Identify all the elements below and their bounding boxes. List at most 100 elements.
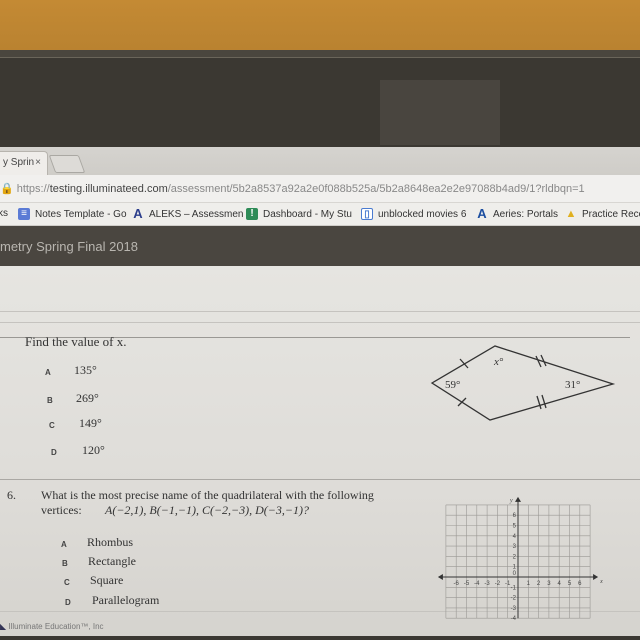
x-tick-label: -3: [484, 581, 490, 587]
background-wall: [0, 0, 640, 52]
angle-label-x: x°: [493, 356, 504, 368]
bookmark-label: Dashboard - My Stu: [263, 208, 352, 220]
question-6-option-d[interactable]: Parallelogram: [92, 593, 159, 608]
bookmark-notes-template[interactable]: ≡ Notes Template - Go: [18, 208, 127, 220]
x-axis-label: x: [599, 579, 603, 585]
x-tick-label: -6: [454, 581, 460, 587]
divider: [0, 322, 640, 323]
question-6-option-b[interactable]: Rectangle: [88, 554, 136, 569]
x-tick-label: -5: [464, 581, 470, 587]
bookmark-unblocked-movies[interactable]: ▯ unblocked movies 6: [361, 208, 466, 220]
footer-text: Illuminate Education™, Inc: [8, 622, 104, 631]
address-bar[interactable]: 🔒 https://testing.illuminateed.com/assess…: [0, 175, 640, 203]
docs-icon: ≡: [18, 208, 30, 220]
bookmark-practice[interactable]: ▲ Practice Reco: [565, 208, 640, 220]
url-text[interactable]: 🔒 https://testing.illuminateed.com/assess…: [0, 182, 585, 195]
kite-figure: x° 59° 31°: [430, 345, 616, 421]
x-axis-arrow-left-icon: [437, 574, 443, 580]
y-tick-label: 3: [513, 544, 517, 550]
x-tick-label: 3: [547, 581, 551, 587]
question-6-vertices: A(−2,1), B(−1,−1), C(−2,−3), D(−3,−1)?: [105, 503, 309, 517]
bookmark-aeries[interactable]: A Aeries: Portals: [476, 207, 559, 220]
single-tick-mark: [457, 397, 467, 407]
x-axis-arrow-right-icon: [593, 574, 599, 580]
bookmark-label: Aeries: Portals: [493, 208, 559, 220]
close-icon[interactable]: ×: [35, 157, 41, 168]
x-tick-label: -2: [495, 581, 501, 587]
monitor-bezel-lower: [0, 58, 640, 148]
y-tick-label: 1: [513, 565, 517, 571]
x-tick-label: 5: [568, 581, 572, 587]
option-letter: B: [62, 559, 68, 568]
x-tick-label: 2: [537, 581, 541, 587]
y-tick-label: -2: [511, 596, 517, 602]
x-tick-label: 4: [558, 581, 562, 587]
y-tick-label: -1: [511, 585, 517, 591]
bookmark-aleks[interactable]: A ALEKS – Assessmen: [132, 206, 244, 221]
option-letter: B: [47, 396, 53, 405]
lock-icon: 🔒: [0, 183, 14, 195]
option-letter: D: [65, 598, 71, 607]
question-5-option-b[interactable]: 269°: [76, 391, 99, 406]
app-header: metry Spring Final 2018: [0, 226, 640, 266]
y-tick-label: -4: [511, 616, 517, 621]
option-letter: A: [61, 540, 67, 549]
bookmark-label: unblocked movies 6: [378, 208, 467, 220]
y-tick-label: 2: [513, 554, 517, 560]
x-tick-label: -4: [474, 581, 480, 587]
monitor-bottom-bezel: [0, 636, 640, 640]
origin-label: 0: [513, 571, 517, 577]
assessment-title: metry Spring Final 2018: [0, 239, 139, 254]
url-host: testing.illuminateed.com: [49, 183, 168, 195]
y-tick-label: 6: [513, 513, 517, 519]
bookmarks-bar: ks ≡ Notes Template - Go A ALEKS – Asses…: [0, 203, 640, 226]
double-tick-mark: [536, 395, 542, 410]
question-divider: [0, 479, 640, 480]
option-letter: C: [64, 578, 70, 587]
footer: ◣ Illuminate Education™, Inc: [0, 622, 104, 631]
bookmark-dashboard[interactable]: ! Dashboard - My Stu: [246, 208, 352, 220]
double-tick-mark: [541, 394, 547, 409]
bookmark-label: Notes Template - Go: [35, 208, 127, 220]
option-letter: D: [51, 448, 57, 457]
single-tick-mark: [459, 358, 469, 369]
question-6-option-a[interactable]: Rhombus: [87, 535, 133, 550]
question-5-option-d[interactable]: 120°: [82, 443, 105, 458]
y-axis-arrow-up-icon: [515, 496, 521, 502]
bookmark-label: ks: [0, 208, 8, 219]
bookmark-label: ALEKS – Assessmen: [149, 208, 244, 220]
angle-label-59: 59°: [445, 379, 460, 391]
url-scheme: https://: [16, 183, 50, 195]
y-tick-label: 4: [513, 534, 517, 540]
tab-title: y Sprin: [3, 157, 35, 168]
drive-icon: ▲: [565, 208, 577, 220]
option-letter: A: [45, 368, 51, 377]
tab-strip: y Sprin ×: [0, 147, 640, 175]
x-tick-label: 6: [578, 581, 582, 587]
y-axis-label: y: [509, 498, 513, 504]
question-6-vertices-label: vertices:: [41, 503, 82, 517]
question-5-option-a[interactable]: 135°: [74, 363, 97, 378]
new-tab-button[interactable]: [48, 155, 86, 173]
question-5-option-c[interactable]: 149°: [79, 416, 102, 431]
divider: [0, 311, 640, 312]
bookmark-apps[interactable]: ks: [0, 208, 8, 219]
question-6-prompt: What is the most precise name of the qua…: [41, 488, 374, 502]
question-5-prompt: Find the value of x.: [25, 334, 127, 349]
angle-label-31: 31°: [565, 379, 580, 391]
coordinate-grid: -6 -5 -4 -3 -2 -1 1 2 3 4 5 6654321-1-2-3-40xy: [437, 496, 603, 621]
y-tick-label: -3: [511, 606, 517, 612]
x-tick-label: 1: [527, 581, 531, 587]
question-6-option-c[interactable]: Square: [90, 573, 123, 588]
monitor-bezel: [0, 50, 640, 58]
question-6-number: 6.: [7, 488, 16, 502]
browser-tab[interactable]: y Sprin ×: [0, 151, 48, 175]
url-path: /assessment/5b2a8537a92a2e0f088b525a/5b2…: [167, 183, 585, 195]
page-icon: ▯: [361, 208, 373, 220]
option-letter: C: [49, 421, 55, 430]
dashboard-icon: !: [246, 208, 258, 220]
aleks-icon: A: [133, 206, 143, 221]
illuminate-logo-icon: ◣: [0, 622, 7, 631]
bookmark-label: Practice Reco: [582, 208, 640, 220]
y-tick-label: 5: [513, 524, 517, 530]
